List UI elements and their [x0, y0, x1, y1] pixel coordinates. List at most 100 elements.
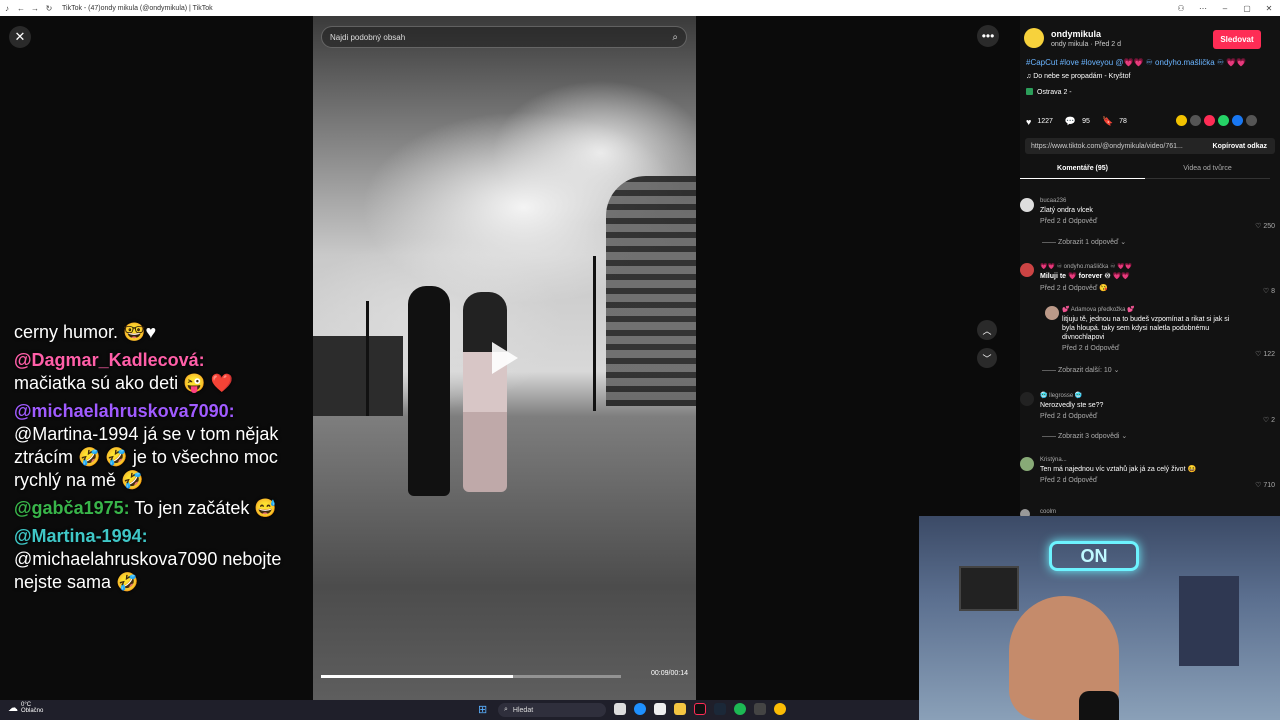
video-building — [313, 336, 403, 416]
copy-link-button[interactable]: Kopírovat odkaz — [1213, 143, 1267, 150]
show-replies[interactable]: —— Zobrazit další: 10 ⌄ — [1042, 366, 1119, 374]
similar-content-search[interactable]: Najdi podobný obsah ⌕ — [321, 26, 687, 48]
obs-icon[interactable] — [754, 703, 766, 715]
comment-user[interactable]: 💗💗 ♾ ondyho.mašlička ♾ 💗💗 — [1040, 263, 1240, 270]
chat-text: mačiatka sú ako deti 😜 ❤️ — [14, 373, 233, 393]
profile-icon[interactable]: ⚇ — [1170, 4, 1192, 13]
video-person — [463, 292, 507, 492]
comment-item: Kristýna... Ten má najednou víc vztahů j… — [1020, 457, 1275, 497]
video-person — [408, 286, 450, 496]
close-window-icon[interactable]: ✕ — [1258, 4, 1280, 13]
chevron-down-icon[interactable]: ﹀ — [977, 348, 997, 368]
comment-icon[interactable]: 💬 — [1065, 116, 1076, 127]
extensions-icon[interactable]: ⋯ — [1192, 4, 1214, 13]
chat-message: cerny humor. 🤓♥ — [14, 321, 304, 344]
avatar[interactable] — [1020, 392, 1034, 406]
back-icon[interactable]: ← — [14, 4, 28, 13]
chat-text: @michaelahruskova7090 nebojte nejste sam… — [14, 549, 282, 592]
comment-likes[interactable]: ♡ 710 — [1255, 481, 1275, 489]
weather-widget[interactable]: ☁ 0°C Oblačno — [8, 702, 43, 714]
facebook-icon[interactable] — [1232, 115, 1243, 126]
comment-meta[interactable]: Před 2 d Odpověď — [1040, 218, 1240, 225]
spotify-icon[interactable] — [734, 703, 746, 715]
show-replies[interactable]: —— Zobrazit 3 odpovědi ⌄ — [1042, 432, 1127, 440]
avatar[interactable] — [1020, 263, 1034, 277]
comment-text: Nerozvedly ste se?? — [1040, 402, 1104, 409]
comment-likes[interactable]: ♡ 2 — [1263, 416, 1275, 424]
close-icon[interactable]: ✕ — [9, 26, 31, 48]
search-placeholder: Najdi podobný obsah — [330, 32, 406, 42]
windows-taskbar: ☁ 0°C Oblačno ⊞ ⌕ Hledat — [0, 700, 919, 720]
weather-label: Oblačno — [21, 708, 44, 714]
whatsapp-icon[interactable] — [1218, 115, 1229, 126]
microphone — [1079, 691, 1119, 720]
forward-icon[interactable]: → — [28, 4, 42, 13]
comment-likes[interactable]: ♡ 250 — [1255, 222, 1275, 230]
maximize-icon[interactable]: ▢ — [1236, 4, 1258, 13]
comment-user[interactable]: bucaa236 — [1040, 198, 1240, 204]
author-block[interactable]: ondymikula ondy mikula · Před 2 d — [1024, 28, 1121, 48]
task-view-icon[interactable] — [614, 703, 626, 715]
chat-text: @Martina-1994 já se v tom nějak ztrácím … — [14, 424, 279, 490]
video-player[interactable]: Najdi podobný obsah ⌕ 00:09/00:14 — [313, 16, 696, 700]
music-link[interactable]: ♫ Do nebe se propadám - Kryštof — [1026, 73, 1130, 80]
minimize-icon[interactable]: – — [1214, 4, 1236, 13]
avatar[interactable] — [1020, 198, 1034, 212]
heart-icon[interactable]: ♥ — [1026, 117, 1031, 127]
chat-user: @Dagmar_Kadlecová: — [14, 350, 205, 370]
avatar[interactable] — [1020, 457, 1034, 471]
saves-count: 78 — [1119, 118, 1127, 125]
comment-user[interactable]: 🥶 llegrosse 🥶 — [1040, 392, 1240, 399]
avatar[interactable] — [1024, 28, 1044, 48]
comment-likes[interactable]: ♡ 122 — [1255, 350, 1275, 358]
tab-comments[interactable]: Komentáře (95) — [1020, 161, 1145, 179]
tab-creator-videos[interactable]: Videa od tvůrce — [1145, 161, 1270, 179]
neon-sign: ON — [1049, 541, 1139, 571]
bookmark-icon[interactable]: 🔖 — [1102, 116, 1113, 127]
emoji-share-icon[interactable] — [1176, 115, 1187, 126]
store-icon[interactable] — [654, 703, 666, 715]
chrome-icon[interactable] — [774, 703, 786, 715]
webcam-poster — [959, 566, 1019, 611]
reload-icon[interactable]: ↻ — [42, 4, 56, 13]
avatar[interactable] — [1045, 306, 1059, 320]
send-icon[interactable] — [1204, 115, 1215, 126]
stats-row: ♥ 1227 💬 95 🔖 78 — [1026, 116, 1127, 127]
chevron-up-icon[interactable]: ︿ — [977, 320, 997, 340]
comment-likes[interactable]: ♡ 8 — [1263, 287, 1275, 295]
steam-icon[interactable] — [714, 703, 726, 715]
comment-user[interactable]: coolm — [1040, 509, 1240, 515]
comment-text: Zlatý ondra vlcek — [1040, 207, 1093, 214]
file-explorer-icon[interactable] — [674, 703, 686, 715]
share-arrow-icon[interactable] — [1246, 115, 1257, 126]
video-caption[interactable]: #CapCut #love #loveyou @💗💗 ♾ ondyho.mašl… — [1026, 58, 1246, 67]
video-time: 00:09/00:14 — [651, 670, 688, 677]
comment-meta[interactable]: Před 2 d Odpověď 😘 — [1040, 284, 1240, 292]
comment-user[interactable]: Kristýna... — [1040, 457, 1240, 463]
search-icon[interactable]: ⌕ — [672, 32, 678, 43]
edge-icon[interactable] — [634, 703, 646, 715]
comment-user[interactable]: 💕 Adamova předkožka 💕 — [1062, 306, 1242, 313]
webcam-overlay: ON — [919, 516, 1280, 720]
tiktok-icon[interactable] — [694, 703, 706, 715]
start-icon[interactable]: ⊞ — [478, 703, 487, 716]
video-lamppost — [593, 256, 596, 411]
comment-meta[interactable]: Před 2 d Odpověď — [1040, 413, 1240, 420]
location-tag[interactable]: Ostrava 2 - — [1026, 88, 1072, 96]
show-replies[interactable]: —— Zobrazit 1 odpověď ⌄ — [1042, 238, 1126, 246]
webcam-shelf — [1179, 576, 1239, 666]
author-name[interactable]: ondymikula — [1051, 29, 1121, 39]
more-options-icon[interactable]: ••• — [977, 25, 999, 47]
comment-meta[interactable]: Před 2 d Odpověď — [1040, 477, 1240, 484]
video-link-field[interactable]: https://www.tiktok.com/@ondymikula/video… — [1025, 138, 1275, 154]
comment-meta[interactable]: Před 2 d Odpověď — [1062, 345, 1242, 352]
chat-user: @gabča1975: — [14, 498, 130, 518]
embed-icon[interactable] — [1190, 115, 1201, 126]
follow-button[interactable]: Sledovat — [1213, 30, 1261, 49]
comment-item: bucaa236 Zlatý ondra vlcek Před 2 d Odpo… — [1020, 198, 1275, 253]
taskbar-search[interactable]: ⌕ Hledat — [498, 703, 606, 717]
video-progress-bar[interactable] — [321, 675, 621, 678]
play-icon[interactable] — [492, 342, 518, 374]
cloud-icon: ☁ — [8, 702, 18, 714]
comment-reply: 💕 Adamova předkožka 💕 litjuju tě, jednou… — [1020, 306, 1275, 376]
